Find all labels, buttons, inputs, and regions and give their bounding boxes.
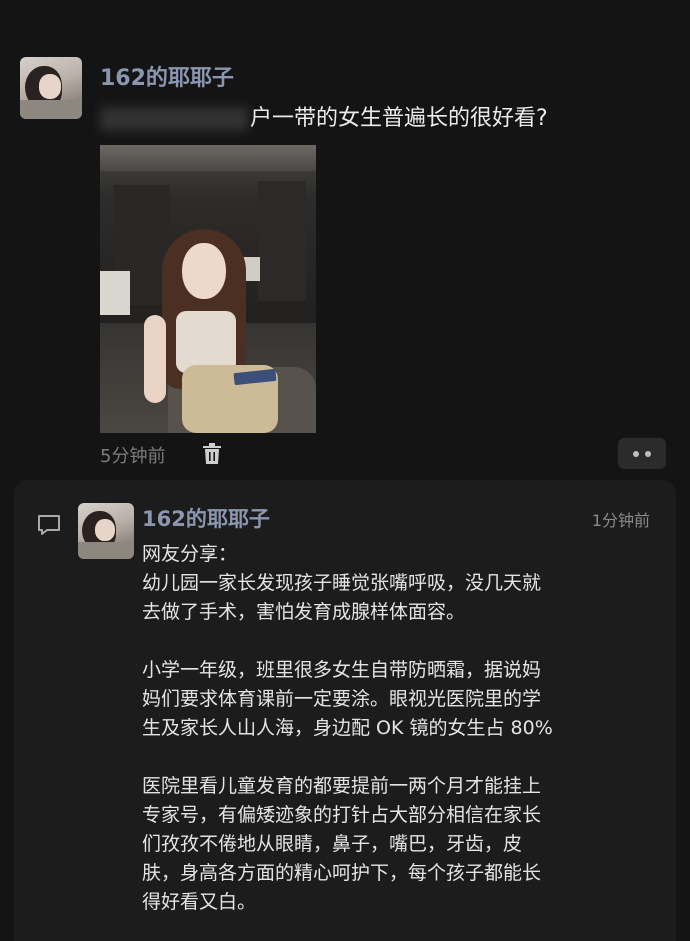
comment-line: 们孜孜不倦地从眼睛，鼻子，嘴巴，牙齿，皮 <box>142 833 523 855</box>
comment-avatar[interactable] <box>78 503 134 559</box>
comment-username[interactable]: 162的耶耶子 <box>142 503 270 533</box>
post-text-visible: 户一带的女生普遍长的很好看? <box>250 106 548 131</box>
comment-line: 小学一年级，班里很多女生自带防晒霜，据说妈 <box>142 659 542 681</box>
comment-line: 网友分享： <box>142 543 238 565</box>
comment-line: 专家号，有偏矮迹象的打针占大部分相信在家长 <box>142 804 542 826</box>
comment-line: 去做了手术，害怕发育成腺样体面容。 <box>142 601 466 623</box>
post-username[interactable]: 162的耶耶子 <box>100 60 234 92</box>
post: 162的耶耶子 户一带的女生普遍长的很好看? 5分钟前 <box>0 0 690 480</box>
comment-card: 162的耶耶子 1分钟前 网友分享： 幼儿园一家长发现孩子睡觉张嘴呼吸，没几天就… <box>14 480 676 941</box>
avatar[interactable] <box>20 57 82 119</box>
post-timestamp: 5分钟前 <box>100 446 166 467</box>
comment-bubble-icon[interactable] <box>36 512 62 538</box>
comment-timestamp: 1分钟前 <box>591 511 650 530</box>
comment-line: 妈们要求体育课前一定要涂。眼视光医院里的学 <box>142 688 542 710</box>
comment-line: 生及家长人山人海，身边配 OK 镜的女生占 80% <box>142 717 553 739</box>
comment-line: 得好看又白。 <box>142 891 257 913</box>
trash-icon[interactable] <box>202 443 222 465</box>
comment-line: 幼儿园一家长发现孩子睡觉张嘴呼吸，没几天就 <box>142 572 542 594</box>
post-text: 户一带的女生普遍长的很好看? <box>100 100 548 132</box>
more-button[interactable] <box>618 438 666 469</box>
comment-line: 肤，身高各方面的精心呵护下，每个孩子都能长 <box>142 862 542 884</box>
comment-line: 医院里看儿童发育的都要提前一两个月才能挂上 <box>142 775 542 797</box>
blurred-text <box>100 107 248 131</box>
more-dots-icon <box>633 451 639 457</box>
post-photo[interactable] <box>100 145 316 433</box>
comment-body: 网友分享： 幼儿园一家长发现孩子睡觉张嘴呼吸，没几天就 去做了手术，害怕发育成腺… <box>142 540 666 917</box>
